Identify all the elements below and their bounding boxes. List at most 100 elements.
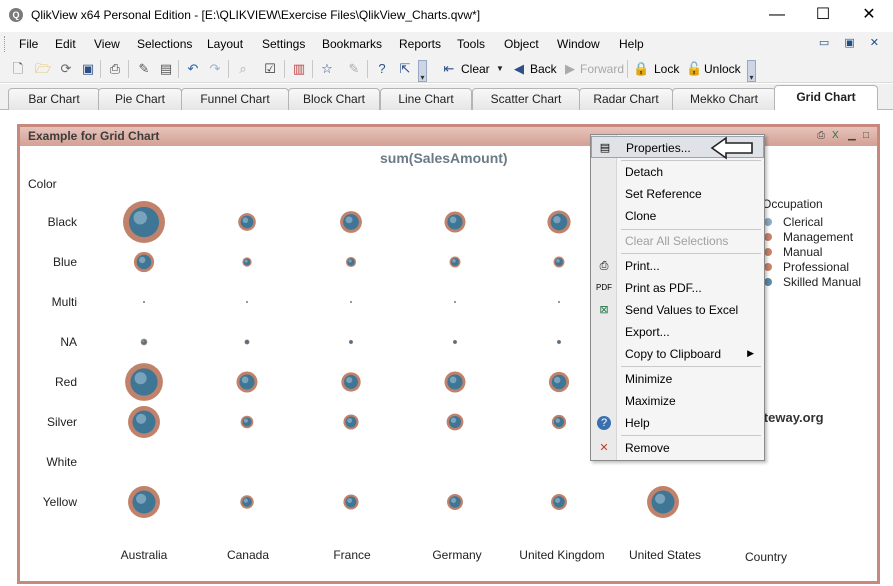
caption-print-icon[interactable]: ⎙	[817, 130, 825, 141]
tab-scatter-chart[interactable]: Scatter Chart	[472, 88, 580, 110]
legend-label: Manual	[783, 245, 823, 259]
menu-selections[interactable]: Selections	[137, 37, 192, 51]
menu-item-export[interactable]: Export...	[591, 321, 764, 343]
clear-icon[interactable]: ⇤	[441, 61, 457, 77]
chart-expression-title: sum(SalesAmount)	[380, 150, 508, 166]
col-label-australia[interactable]: Australia	[89, 548, 199, 562]
minimize-button[interactable]: —	[754, 4, 800, 28]
callout-arrow-icon	[710, 136, 753, 160]
unlock-button[interactable]: Unlock	[704, 62, 741, 76]
row-label-yellow[interactable]: Yellow	[17, 495, 77, 509]
menu-item-label: Print as PDF...	[625, 281, 702, 295]
document-properties-icon[interactable]: ▤	[158, 61, 174, 77]
menu-edit[interactable]: Edit	[55, 37, 76, 51]
menu-item-print-as-pdf[interactable]: PDF Print as PDF...	[591, 277, 764, 299]
row-label-black[interactable]: Black	[17, 215, 77, 229]
tab-funnel-chart[interactable]: Funnel Chart	[181, 88, 289, 110]
menu-view[interactable]: View	[94, 37, 120, 51]
checkbox-icon[interactable]: ☑	[262, 61, 278, 77]
new-document-icon[interactable]: 🗋	[10, 61, 26, 77]
col-label-united-states[interactable]: United States	[610, 548, 720, 562]
menu-item-label: Maximize	[625, 394, 676, 408]
tab-line-chart[interactable]: Line Chart	[380, 88, 472, 110]
bookmark-star-icon[interactable]: ☆	[319, 61, 335, 77]
context-help-icon[interactable]: ⇱	[397, 61, 413, 77]
caption-excel-icon[interactable]: X	[832, 130, 839, 141]
menu-separator	[621, 435, 761, 436]
toolbar-separator	[627, 60, 628, 78]
tab-radar-chart[interactable]: Radar Chart	[579, 88, 673, 110]
reload-icon[interactable]: ⟳	[58, 61, 74, 77]
print-toolbar-icon[interactable]: ⎙	[107, 61, 123, 77]
col-label-france[interactable]: France	[297, 548, 407, 562]
document-window-controls[interactable]: ▭ ▣ ✕	[819, 36, 885, 49]
back-icon[interactable]: ◀	[511, 61, 527, 77]
menu-object[interactable]: Object	[504, 37, 539, 51]
row-label-white[interactable]: White	[17, 455, 77, 469]
menu-reports[interactable]: Reports	[399, 37, 441, 51]
toolbar-overflow-chevron-icon[interactable]: ▾	[747, 60, 756, 82]
tab-bar-chart[interactable]: Bar Chart	[8, 88, 100, 110]
clear-button[interactable]: Clear	[461, 62, 490, 76]
tab-pie-chart[interactable]: Pie Chart	[98, 88, 182, 110]
toolbar-separator	[367, 60, 368, 78]
row-label-silver[interactable]: Silver	[17, 415, 77, 429]
col-label-germany[interactable]: Germany	[402, 548, 512, 562]
toolbar-separator	[228, 60, 229, 78]
open-folder-icon[interactable]: 🗁	[35, 61, 51, 77]
menu-item-clone[interactable]: Clone	[591, 205, 764, 227]
menu-item-remove[interactable]: ✕ Remove	[591, 437, 764, 459]
sheet-tab-bar: Bar Chart Pie Chart Funnel Chart Block C…	[0, 84, 893, 111]
tab-grid-chart[interactable]: Grid Chart	[774, 85, 878, 111]
menu-window[interactable]: Window	[557, 37, 600, 51]
help-toolbar-icon[interactable]: ?	[374, 61, 390, 77]
save-icon[interactable]: ▣	[80, 61, 96, 77]
row-label-na[interactable]: NA	[17, 335, 77, 349]
edit-note-icon[interactable]: ✎	[346, 61, 362, 77]
menu-item-clear-all-selections[interactable]: Clear All Selections	[591, 230, 764, 252]
search-icon[interactable]: ⌕	[235, 61, 251, 77]
menu-item-help[interactable]: ? Help	[591, 412, 764, 434]
menu-bookmarks[interactable]: Bookmarks	[322, 37, 382, 51]
unlock-icon[interactable]: 🔓	[686, 61, 702, 77]
toolbar-separator	[178, 60, 179, 78]
tab-block-chart[interactable]: Block Chart	[288, 88, 380, 110]
menu-file[interactable]: File	[19, 37, 38, 51]
menu-item-copy-to-clipboard[interactable]: Copy to Clipboard ▶	[591, 343, 764, 365]
pdf-icon: PDF	[596, 283, 612, 292]
menu-layout[interactable]: Layout	[207, 37, 243, 51]
menu-item-minimize[interactable]: Minimize	[591, 368, 764, 390]
row-label-multi[interactable]: Multi	[17, 295, 77, 309]
lock-icon[interactable]: 🔒	[633, 61, 649, 77]
redo-icon[interactable]: ↷	[207, 61, 223, 77]
toolbar-overflow-chevron-icon[interactable]: ▾	[418, 60, 427, 82]
row-label-blue[interactable]: Blue	[17, 255, 77, 269]
row-label-red[interactable]: Red	[17, 375, 77, 389]
caption-maximize-icon[interactable]: □	[863, 130, 869, 141]
caption-minimize-icon[interactable]: ▁	[848, 130, 856, 141]
menu-item-maximize[interactable]: Maximize	[591, 390, 764, 412]
undo-icon[interactable]: ↶	[185, 61, 201, 77]
forward-button[interactable]: Forward	[580, 62, 624, 76]
lock-button[interactable]: Lock	[654, 62, 679, 76]
menu-item-print[interactable]: ⎙ Print...	[591, 255, 764, 277]
forward-icon[interactable]: ▶	[562, 61, 578, 77]
menu-settings[interactable]: Settings	[262, 37, 305, 51]
clear-dropdown-icon[interactable]: ▼	[492, 61, 508, 77]
col-label-canada[interactable]: Canada	[193, 548, 303, 562]
menu-item-set-reference[interactable]: Set Reference	[591, 183, 764, 205]
menu-help[interactable]: Help	[619, 37, 644, 51]
toolbar-separator	[284, 60, 285, 78]
menu-item-send-values-to-excel[interactable]: ⊠ Send Values to Excel	[591, 299, 764, 321]
tab-mekko-chart[interactable]: Mekko Chart	[672, 88, 776, 110]
excel-icon: ⊠	[599, 304, 609, 316]
back-button[interactable]: Back	[530, 62, 557, 76]
maximize-button[interactable]: ☐	[800, 4, 846, 28]
col-label-united-kingdom[interactable]: United Kingdom	[507, 548, 617, 562]
menu-tools[interactable]: Tools	[457, 37, 485, 51]
menu-item-detach[interactable]: Detach	[591, 161, 764, 183]
edit-script-icon[interactable]: ✎	[136, 61, 152, 77]
menu-item-label: Clear All Selections	[625, 234, 729, 248]
chart-icon[interactable]: ▥	[291, 61, 307, 77]
close-window-button[interactable]: ✕	[846, 4, 892, 28]
